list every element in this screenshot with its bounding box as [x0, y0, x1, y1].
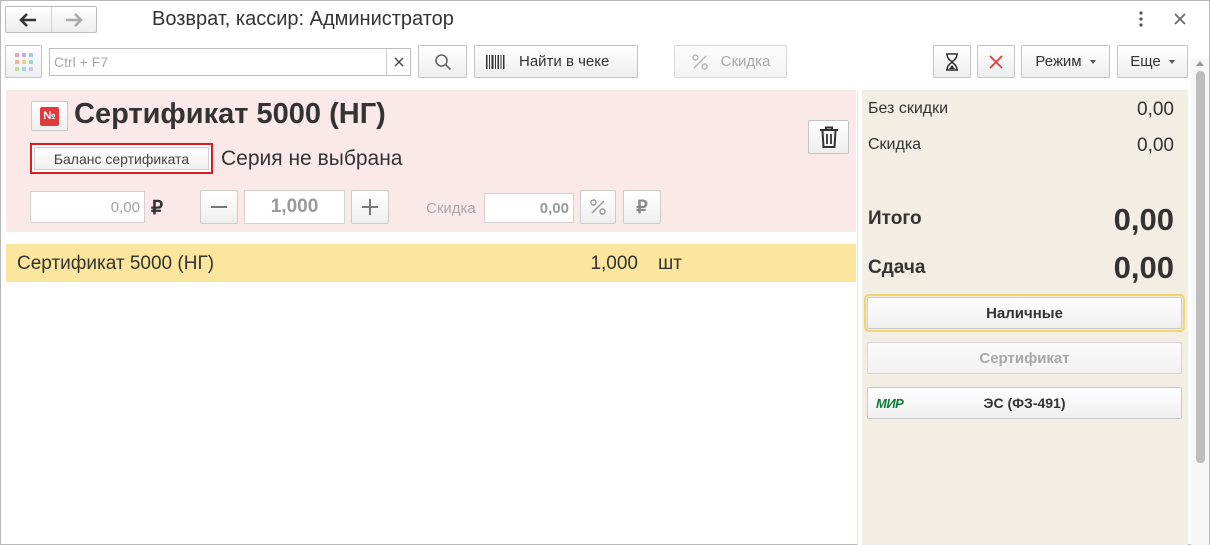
- currency-symbol: ₽: [151, 198, 164, 219]
- item-unit: шт: [658, 253, 682, 274]
- chevron-down-icon: [1168, 59, 1175, 64]
- es-payment-button[interactable]: МИР ЭС (ФЗ-491): [867, 387, 1182, 419]
- product-title: Сертификат 5000 (НГ): [74, 98, 386, 130]
- plus-icon: [362, 199, 378, 215]
- magnifier-icon: [434, 53, 451, 70]
- toolbar-discount-button[interactable]: Скидка: [674, 45, 787, 78]
- series-status: Серия не выбрана: [221, 147, 403, 170]
- total-label: Итого: [868, 208, 922, 229]
- item-quantity: 1,000: [590, 253, 638, 274]
- search-clear-button[interactable]: [386, 49, 410, 75]
- certificate-balance-highlight: Баланс сертификата: [30, 143, 213, 174]
- trash-icon: [819, 126, 838, 148]
- arrow-left-icon: [19, 12, 37, 27]
- percent-discount-button[interactable]: [580, 190, 616, 224]
- number-sign-icon: №: [40, 106, 59, 126]
- summary-panel: Без скидки 0,00 Скидка 0,00 Итого 0,00 С…: [862, 90, 1188, 545]
- cancel-button[interactable]: [977, 45, 1015, 78]
- hourglass-button[interactable]: [933, 45, 971, 78]
- minus-icon: [211, 206, 227, 208]
- find-in-receipt-label: Найти в чеке: [519, 53, 610, 70]
- certificate-payment-button[interactable]: Сертификат: [867, 342, 1182, 374]
- scroll-up-icon[interactable]: [1196, 61, 1204, 66]
- window-title: Возврат, кассир: Администратор: [152, 8, 454, 30]
- arrow-right-icon: [65, 12, 83, 27]
- quantity-increase-button[interactable]: [351, 190, 389, 224]
- card-discount-field[interactable]: 0,00: [484, 193, 574, 223]
- mode-dropdown-button[interactable]: Режим: [1021, 45, 1110, 78]
- close-icon[interactable]: [1172, 11, 1188, 27]
- no-discount-value: 0,00: [1137, 99, 1174, 120]
- number-badge-button[interactable]: №: [31, 101, 68, 131]
- discount-summary-value: 0,00: [1137, 135, 1174, 156]
- back-button[interactable]: [6, 7, 51, 32]
- apps-menu-button[interactable]: [5, 45, 42, 78]
- search-input[interactable]: [50, 49, 385, 75]
- main-window: Возврат, кассир: Администратор Ctrl + F7…: [0, 0, 1210, 545]
- vertical-scrollbar[interactable]: [1191, 59, 1209, 545]
- item-name: Сертификат 5000 (НГ): [17, 253, 215, 274]
- es-payment-label: ЭС (ФЗ-491): [983, 395, 1066, 411]
- delete-item-button[interactable]: [808, 120, 849, 154]
- percent-icon: [590, 199, 606, 215]
- more-vertical-icon[interactable]: [1135, 10, 1147, 28]
- card-discount-label: Скидка: [426, 200, 476, 217]
- mode-label: Режим: [1035, 53, 1082, 70]
- quantity-decrease-button[interactable]: [200, 190, 238, 224]
- grid-icon: [14, 52, 33, 71]
- clear-icon: [394, 57, 403, 67]
- toolbar-discount-label: Скидка: [720, 53, 771, 70]
- percent-icon: [691, 53, 708, 70]
- more-dropdown-button[interactable]: Еще: [1117, 45, 1188, 78]
- navigation-group: [5, 6, 97, 33]
- red-cross-icon: [989, 54, 1003, 69]
- certificate-balance-button[interactable]: Баланс сертификата: [34, 147, 209, 170]
- find-in-receipt-button[interactable]: Найти в чеке: [474, 45, 638, 78]
- ruble-discount-button[interactable]: ₽: [623, 190, 661, 224]
- chevron-down-icon: [1089, 59, 1096, 64]
- hourglass-icon: [946, 52, 958, 71]
- search-button[interactable]: [418, 45, 467, 78]
- no-discount-label: Без скидки: [868, 100, 949, 117]
- change-value: 0,00: [1113, 250, 1174, 285]
- title-bar: Возврат, кассир: Администратор: [1, 1, 1209, 39]
- table-row[interactable]: Сертификат 5000 (НГ) 1,000 шт: [6, 244, 856, 282]
- total-value: 0,00: [1113, 202, 1174, 237]
- search-field: [49, 48, 411, 76]
- change-label: Сдача: [868, 257, 926, 278]
- mir-logo-icon: МИР: [876, 396, 904, 411]
- cash-payment-button[interactable]: Наличные: [864, 294, 1185, 332]
- more-label: Еще: [1130, 53, 1161, 70]
- forward-button[interactable]: [50, 7, 97, 32]
- price-field[interactable]: 0,00: [30, 191, 145, 223]
- discount-summary-label: Скидка: [868, 136, 922, 153]
- barcode-icon: [486, 54, 505, 69]
- quantity-field[interactable]: 1,000: [244, 190, 345, 224]
- product-card: № Сертификат 5000 (НГ) Баланс сертификат…: [6, 90, 856, 232]
- ruble-icon: ₽: [636, 196, 648, 217]
- scroll-thumb[interactable]: [1196, 71, 1205, 463]
